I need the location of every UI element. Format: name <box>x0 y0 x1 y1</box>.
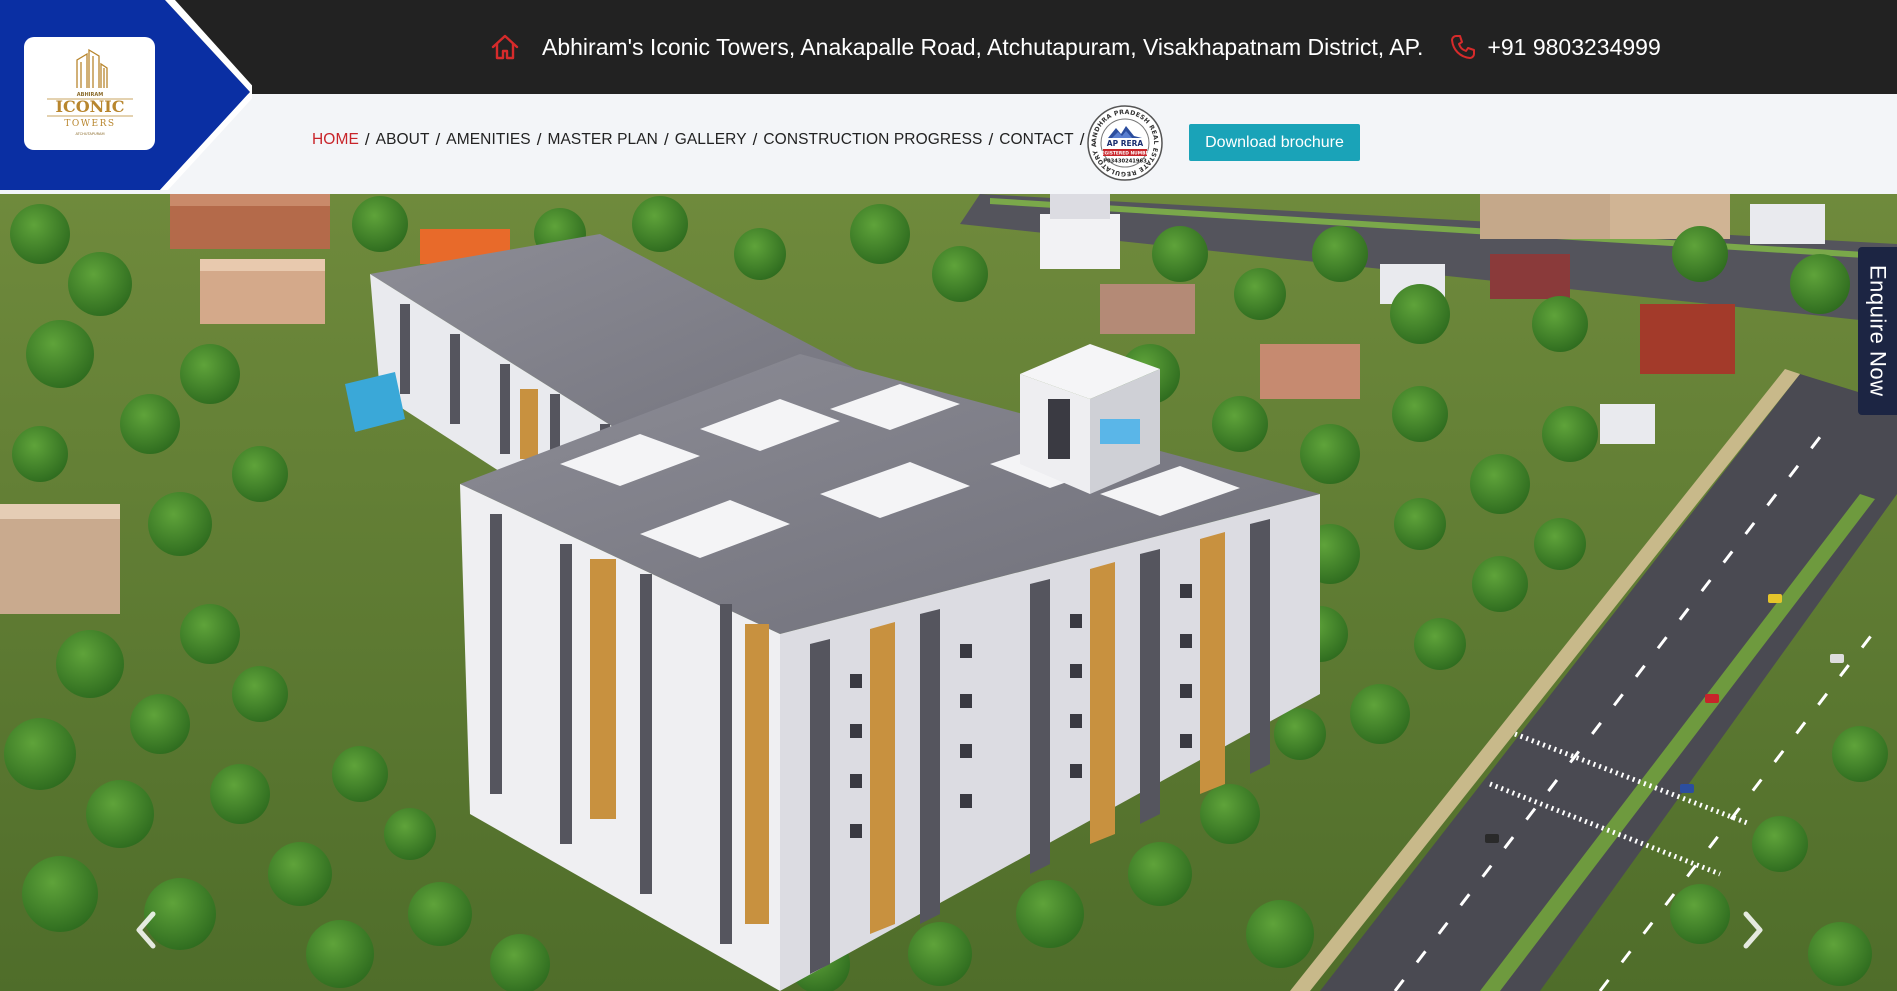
nav-item-master-plan[interactable]: MASTER PLAN <box>547 131 658 149</box>
nav-separator: / <box>536 130 542 149</box>
download-brochure-button[interactable]: Download brochure <box>1189 124 1360 161</box>
ap-rera-seal: ANDHRA PRADESH REAL ESTATE REGULATORY AU… <box>1083 99 1164 182</box>
contact-info: Abhiram's Iconic Towers, Anakapalle Road… <box>490 0 1661 94</box>
nav-separator: / <box>1079 130 1085 149</box>
chevron-left-icon <box>136 911 156 949</box>
nav-item-construction-progress[interactable]: CONSTRUCTION PROGRESS <box>763 131 982 149</box>
phone-number[interactable]: +91 9803234999 <box>1487 34 1660 61</box>
top-contact-bar: Abhiram's Iconic Towers, Anakapalle Road… <box>0 0 1897 94</box>
logo-brand-sub: TOWERS <box>64 119 115 129</box>
nav-item-gallery[interactable]: GALLERY <box>675 131 747 149</box>
home-icon <box>490 32 520 62</box>
nav-separator: / <box>663 130 669 149</box>
nav-item-contact[interactable]: CONTACT <box>999 131 1073 149</box>
enquire-now-label: Enquire Now <box>1865 265 1891 397</box>
rera-number: P03430241963 <box>1103 159 1147 165</box>
logo-brand-main: ICONIC <box>55 97 124 116</box>
logo-brand-place: ATCHUTAPURAM <box>75 132 104 136</box>
phone-icon <box>1449 33 1477 61</box>
hero-aerial-image <box>0 194 1897 991</box>
carousel-next-button[interactable] <box>1735 904 1771 956</box>
nav-menu: HOME / ABOUT / AMENITIES / MASTER PLAN /… <box>312 94 1090 186</box>
rera-registered-label: REGISTERED NUMBER <box>1098 151 1152 157</box>
carousel-prev-button[interactable] <box>128 904 164 956</box>
site-logo[interactable]: ABHIRAM ICONIC TOWERS ATCHUTAPURAM <box>24 37 155 150</box>
nav-item-about[interactable]: ABOUT <box>376 131 430 149</box>
nav-item-amenities[interactable]: AMENITIES <box>446 131 530 149</box>
main-navbar: HOME / ABOUT / AMENITIES / MASTER PLAN /… <box>0 94 1897 194</box>
hero-banner <box>0 194 1897 991</box>
nav-separator: / <box>364 130 370 149</box>
iconic-towers-logo: ABHIRAM ICONIC TOWERS ATCHUTAPURAM <box>46 48 133 136</box>
rera-title: AP RERA <box>1107 139 1144 148</box>
nav-separator: / <box>988 130 994 149</box>
chevron-right-icon <box>1743 911 1763 949</box>
address-text: Abhiram's Iconic Towers, Anakapalle Road… <box>542 33 1424 60</box>
nav-item-home[interactable]: HOME <box>312 131 359 149</box>
nav-separator: / <box>752 130 758 149</box>
enquire-now-button[interactable]: Enquire Now <box>1858 247 1897 415</box>
nav-separator: / <box>435 130 441 149</box>
